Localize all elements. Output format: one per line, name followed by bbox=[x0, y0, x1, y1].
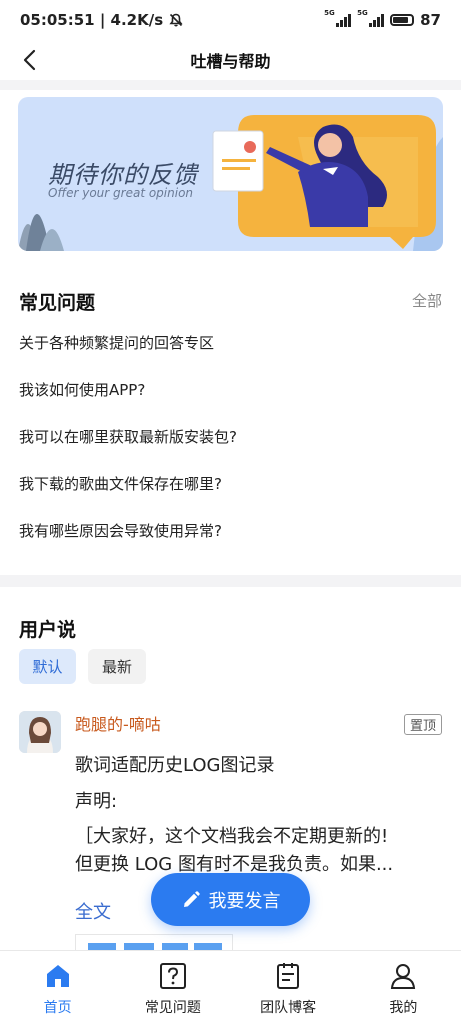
nav-label: 常见问题 bbox=[144, 1000, 201, 1016]
status-left: 05:05:51 | 4.2K/s bbox=[20, 11, 183, 29]
faq-section: 常见问题 全部 关于各种频繁提问的回答专区 我该如何使用APP? 我可以在哪里获… bbox=[0, 270, 461, 575]
banner-subtitle: Offer your great opinion bbox=[48, 186, 194, 200]
expand-full-text-link[interactable]: 全文 bbox=[75, 898, 111, 924]
feedback-banner[interactable]: 期待你的反馈 Offer your great opinion bbox=[18, 97, 443, 251]
nav-team-blog[interactable]: 团队博客 bbox=[231, 951, 346, 1024]
bell-off-icon bbox=[169, 13, 183, 27]
nav-label: 首页 bbox=[43, 1000, 72, 1016]
post-comment-label: 我要发言 bbox=[208, 890, 281, 912]
top-bar: 吐槽与帮助 bbox=[0, 40, 461, 80]
avatar[interactable] bbox=[19, 711, 61, 753]
blog-icon bbox=[277, 963, 300, 989]
signal-icon: 5G bbox=[324, 9, 352, 27]
post-username[interactable]: 跑腿的-嘀咕 bbox=[75, 711, 161, 735]
bottom-nav: 首页 常见问题 团队博客 我的 bbox=[0, 950, 461, 1024]
faq-item[interactable]: 我可以在哪里获取最新版安装包? bbox=[19, 426, 237, 447]
divider bbox=[0, 80, 461, 90]
post-text-line: ［大家好，这个文档我会不定期更新的! bbox=[75, 826, 389, 847]
faq-item[interactable]: 我下载的歌曲文件保存在哪里? bbox=[19, 473, 222, 494]
nav-label: 我的 bbox=[389, 1000, 418, 1016]
faq-item[interactable]: 关于各种频繁提问的回答专区 bbox=[19, 332, 214, 353]
section-divider bbox=[0, 575, 461, 587]
pinned-badge: 置顶 bbox=[403, 714, 442, 735]
post-image-thumbnail[interactable] bbox=[75, 934, 233, 950]
post-comment-button[interactable]: 我要发言 bbox=[151, 873, 310, 926]
battery-level: 87 bbox=[420, 11, 441, 29]
pencil-icon bbox=[183, 890, 200, 907]
nav-home[interactable]: 首页 bbox=[0, 951, 115, 1024]
battery-icon bbox=[390, 14, 415, 26]
nav-label: 团队博客 bbox=[260, 1000, 317, 1016]
tab-latest[interactable]: 最新 bbox=[88, 649, 146, 684]
status-right: 5G 5G 87 bbox=[324, 9, 441, 29]
faq-all-link[interactable]: 全部 bbox=[412, 290, 442, 311]
signal-icon-2: 5G bbox=[357, 9, 385, 27]
back-arrow-icon[interactable] bbox=[18, 48, 42, 72]
faq-item[interactable]: 我有哪些原因会导致使用异常? bbox=[19, 520, 222, 541]
user-icon bbox=[391, 964, 416, 989]
users-title: 用户说 bbox=[19, 619, 77, 641]
status-bar: 05:05:51 | 4.2K/s 5G 5G 87 bbox=[0, 0, 461, 40]
post-text-line: 歌词适配历史LOG图记录 bbox=[75, 755, 275, 776]
nav-mine[interactable]: 我的 bbox=[346, 951, 461, 1024]
tab-default[interactable]: 默认 bbox=[19, 649, 76, 684]
status-time-speed: 05:05:51 | 4.2K/s bbox=[20, 11, 164, 29]
page-title: 吐槽与帮助 bbox=[190, 52, 271, 71]
faq-title: 常见问题 bbox=[19, 292, 96, 314]
nav-faq[interactable]: 常见问题 bbox=[115, 951, 230, 1024]
banner-title: 期待你的反馈 bbox=[48, 161, 198, 189]
home-icon bbox=[46, 965, 69, 987]
faq-item[interactable]: 我该如何使用APP? bbox=[19, 379, 145, 400]
post-text-line: 声明: bbox=[75, 791, 118, 812]
question-icon bbox=[159, 963, 186, 989]
